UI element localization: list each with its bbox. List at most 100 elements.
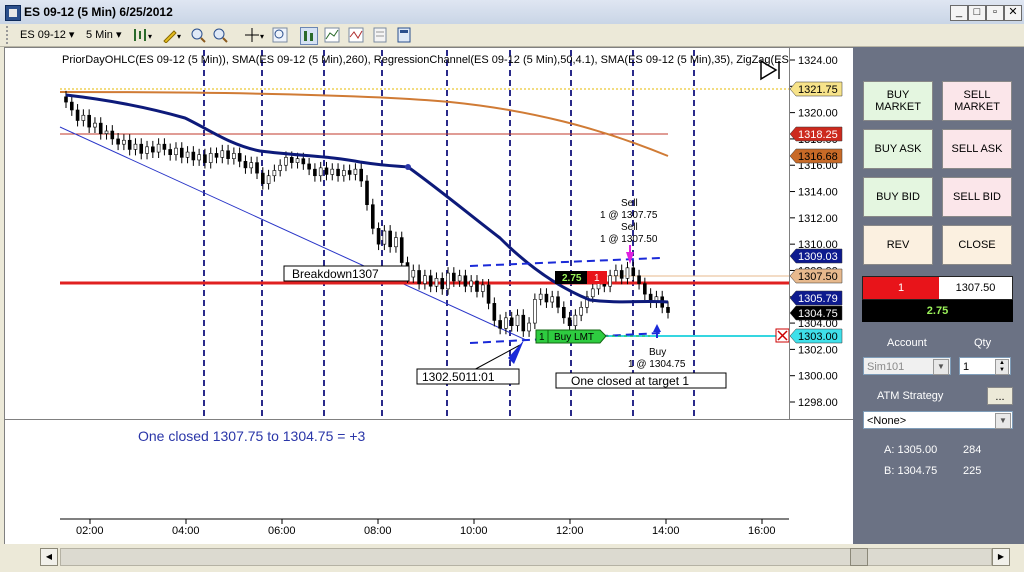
candle	[272, 170, 277, 177]
candle	[179, 147, 184, 158]
sell-bid-button[interactable]: SELL BID	[942, 177, 1012, 217]
candle	[81, 114, 86, 121]
indicators-label: PriorDayOHLC(ES 09-12 (5 Min)), SMA(ES 0…	[62, 54, 789, 66]
price-tick-label: 1300.00	[798, 371, 838, 383]
price-tick-label: 1298.00	[798, 397, 838, 409]
candle	[463, 275, 468, 287]
candle	[232, 153, 236, 159]
sell2-detail: 1 @ 1307.50	[600, 234, 658, 245]
candle	[446, 272, 450, 290]
candle	[399, 237, 404, 263]
chevron-down-icon[interactable]: ▼	[933, 359, 949, 375]
candle	[417, 270, 421, 284]
candle	[220, 150, 225, 158]
candle	[567, 317, 572, 327]
sell1-detail: 1 @ 1307.75	[600, 210, 658, 221]
time-tick-label: 04:00	[172, 525, 200, 537]
candle	[538, 293, 543, 300]
candle	[266, 175, 271, 184]
spinner-icon[interactable]: ▲ ▼	[995, 359, 1009, 375]
candle	[625, 267, 630, 279]
candle	[122, 139, 126, 145]
candle	[619, 270, 624, 279]
candle	[93, 122, 97, 128]
price-tick-label: 1320.00	[798, 108, 838, 120]
candle	[394, 237, 398, 248]
candle	[110, 130, 115, 140]
candle	[457, 275, 462, 282]
order-qty-marker-text: 1	[539, 332, 545, 343]
candle	[261, 172, 265, 184]
sell-ask-button[interactable]: SELL ASK	[942, 129, 1012, 169]
scroll-left-icon[interactable]: ◀	[40, 548, 58, 566]
buy-detail: 1 @ 1304.75	[628, 359, 686, 370]
candle	[579, 306, 583, 316]
candle	[237, 153, 242, 162]
price-marker-text: 1321.75	[798, 84, 838, 96]
candle	[174, 147, 178, 156]
price-tick-label: 1314.00	[798, 187, 838, 199]
candle	[376, 228, 381, 245]
buy-limit-order-text: Buy LMT	[554, 332, 594, 343]
price-marker-text: 1304.75	[798, 308, 838, 320]
candle	[139, 143, 144, 154]
candle	[69, 101, 74, 111]
buy-bid-button[interactable]: BUY BID	[863, 177, 933, 217]
scroll-thumb[interactable]	[850, 548, 868, 566]
reverse-button[interactable]: REV	[863, 225, 933, 265]
candle	[255, 162, 259, 174]
scroll-right-icon[interactable]: ▶	[992, 548, 1010, 566]
position-pnl: 2.75	[862, 300, 1013, 322]
candle	[411, 270, 416, 278]
candle	[75, 109, 80, 121]
qty-stepper[interactable]: 1 ▲ ▼	[959, 357, 1011, 375]
candle	[295, 158, 300, 163]
account-select[interactable]: Sim101 ▼	[863, 357, 951, 375]
price-marker-text: 1303.00	[798, 331, 838, 343]
candle	[151, 146, 155, 153]
candle	[428, 275, 433, 287]
time-tick-label: 14:00	[652, 525, 680, 537]
chevron-down-icon[interactable]: ▼	[995, 413, 1011, 429]
price-tick-label: 1324.00	[798, 55, 838, 67]
candle	[423, 275, 427, 284]
ask-size: 284	[963, 444, 982, 456]
buy-ask-button[interactable]: BUY ASK	[863, 129, 933, 169]
close-position-button[interactable]: CLOSE	[942, 225, 1012, 265]
time-tick-label: 06:00	[268, 525, 296, 537]
ask-label: A: 1305.00	[884, 444, 938, 456]
candle	[249, 162, 254, 169]
candle	[330, 168, 335, 175]
candle	[191, 151, 196, 161]
atm-options-button[interactable]: ...	[987, 387, 1013, 405]
candle	[162, 143, 167, 150]
time-tick-label: 08:00	[364, 525, 392, 537]
position-qty-box: 1 1307.50	[862, 276, 1013, 300]
price-marker-text: 1309.03	[798, 251, 838, 263]
candle	[608, 275, 612, 287]
candle	[509, 317, 514, 327]
candle	[533, 299, 537, 324]
sell1-label: Sell	[621, 198, 638, 209]
candle	[214, 153, 219, 158]
candle	[614, 270, 618, 277]
horizontal-scrollbar[interactable]: ◀ ▶	[0, 544, 1024, 572]
candle	[550, 296, 555, 303]
candle	[104, 130, 109, 134]
candle	[64, 96, 68, 103]
candle	[359, 168, 364, 182]
candle	[226, 150, 230, 159]
candle	[342, 170, 346, 177]
candle	[127, 139, 132, 150]
sell-market-button[interactable]: SELL MARKET	[942, 81, 1012, 121]
candle	[318, 167, 323, 177]
swing-marker	[405, 164, 411, 170]
candle	[313, 168, 317, 177]
price-marker-text: 1316.68	[798, 151, 838, 163]
buy-market-button[interactable]: BUY MARKET	[863, 81, 933, 121]
candle	[324, 167, 329, 175]
account-label: Account	[887, 337, 927, 349]
position-qty: 1	[897, 282, 905, 294]
atm-strategy-select[interactable]: <None> ▼	[863, 411, 1013, 429]
buy-arrow-icon	[653, 324, 661, 332]
